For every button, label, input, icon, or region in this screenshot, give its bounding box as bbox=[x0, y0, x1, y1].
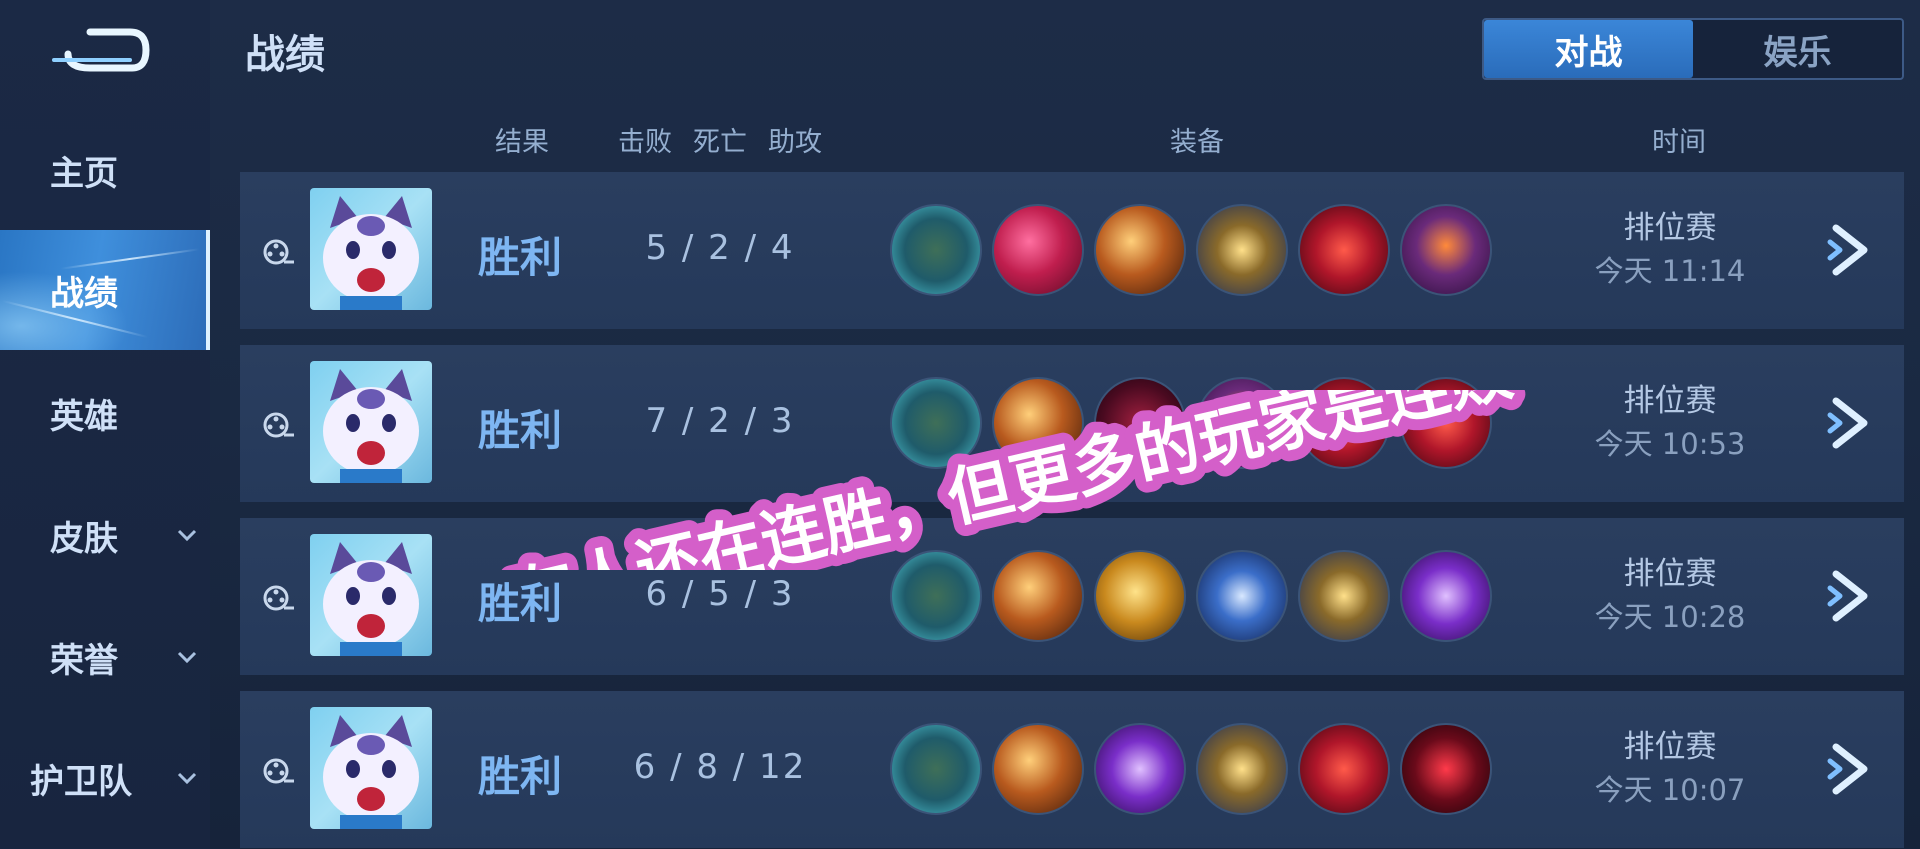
golden-spear-icon bbox=[1094, 550, 1186, 642]
teal-boot-icon bbox=[890, 204, 982, 296]
replay-icon[interactable] bbox=[262, 238, 296, 268]
match-mode: 排位赛 bbox=[1623, 729, 1717, 765]
sidebar-item-label: 战绩 bbox=[50, 273, 118, 314]
match-time: 今天 10:28 bbox=[1594, 600, 1746, 634]
chevron-right-icon[interactable] bbox=[1826, 568, 1876, 624]
amber-dagger-icon bbox=[1094, 204, 1186, 296]
column-header-deaths: 死亡 bbox=[693, 127, 747, 158]
column-header-kills: 击败 bbox=[618, 127, 672, 158]
replay-icon[interactable] bbox=[262, 411, 296, 441]
hero-avatar bbox=[310, 361, 432, 483]
dark-crimson-icon bbox=[1094, 377, 1186, 469]
golden-star-icon bbox=[1196, 204, 1288, 296]
chevron-right-icon[interactable] bbox=[1826, 741, 1876, 797]
sidebar-item-guard[interactable]: 护卫队 bbox=[0, 718, 210, 838]
back-arrow-icon[interactable] bbox=[50, 20, 150, 76]
sidebar-item-skins[interactable]: 皮肤 bbox=[0, 475, 210, 595]
amber-dagger-icon bbox=[992, 723, 1084, 815]
chevron-right-icon[interactable] bbox=[1826, 222, 1876, 278]
hero-avatar bbox=[310, 534, 432, 656]
blue-sword-icon bbox=[1196, 550, 1288, 642]
sidebar: 主页 战绩 英雄 皮肤 荣誉 护卫队 bbox=[0, 0, 210, 849]
match-kda: 6 / 5 / 3 bbox=[645, 574, 795, 614]
teal-boot-icon bbox=[890, 377, 982, 469]
tab-battle[interactable]: 对战 bbox=[1484, 20, 1693, 78]
sidebar-item-label: 皮肤 bbox=[50, 518, 118, 559]
chevron-down-icon bbox=[177, 529, 197, 542]
column-header-result: 结果 bbox=[495, 127, 549, 158]
match-result: 胜利 bbox=[478, 406, 563, 455]
golden-star-icon bbox=[1298, 550, 1390, 642]
teal-boot-icon bbox=[890, 550, 982, 642]
sidebar-item-label: 英雄 bbox=[50, 396, 118, 437]
match-result: 胜利 bbox=[478, 233, 563, 282]
purple-armor-icon bbox=[1196, 377, 1288, 469]
match-result: 胜利 bbox=[478, 752, 563, 801]
crimson-blade-icon bbox=[992, 204, 1084, 296]
purple-axe-icon bbox=[1400, 550, 1492, 642]
match-result: 胜利 bbox=[478, 579, 563, 628]
match-kda: 6 / 8 / 12 bbox=[633, 747, 807, 787]
match-mode: 排位赛 bbox=[1623, 556, 1717, 592]
red-wing-icon bbox=[1400, 377, 1492, 469]
purple-axe-icon bbox=[1094, 723, 1186, 815]
teal-boot-icon bbox=[890, 723, 982, 815]
match-time: 今天 10:53 bbox=[1594, 427, 1746, 461]
replay-icon[interactable] bbox=[262, 584, 296, 614]
column-header-time: 时间 bbox=[1652, 127, 1706, 158]
chevron-down-icon bbox=[177, 651, 197, 664]
red-wing-icon bbox=[1298, 204, 1390, 296]
sidebar-item-honor[interactable]: 荣誉 bbox=[0, 597, 210, 717]
column-header-equipment: 装备 bbox=[1170, 127, 1224, 158]
sidebar-item-label: 护卫队 bbox=[30, 761, 132, 802]
column-header-assists: 助攻 bbox=[768, 127, 822, 158]
red-wing-icon bbox=[1298, 723, 1390, 815]
tab-entertainment[interactable]: 娱乐 bbox=[1693, 20, 1902, 78]
sidebar-item-home[interactable]: 主页 bbox=[0, 110, 210, 230]
golden-star-icon bbox=[1196, 723, 1288, 815]
match-kda: 5 / 2 / 4 bbox=[645, 228, 795, 268]
match-mode: 排位赛 bbox=[1623, 210, 1717, 246]
red-wing-icon bbox=[1298, 377, 1390, 469]
hero-avatar bbox=[310, 188, 432, 310]
chevron-down-icon bbox=[177, 772, 197, 785]
match-kda: 7 / 2 / 3 bbox=[645, 401, 795, 441]
mode-tabs: 对战 娱乐 bbox=[1482, 18, 1904, 80]
amber-dagger-icon bbox=[992, 377, 1084, 469]
match-time: 今天 11:14 bbox=[1594, 254, 1746, 288]
page-title: 战绩 bbox=[245, 32, 325, 78]
purple-armor-icon bbox=[1400, 204, 1492, 296]
match-time: 今天 10:07 bbox=[1594, 773, 1746, 807]
sidebar-item-label: 主页 bbox=[50, 153, 118, 194]
replay-icon[interactable] bbox=[262, 757, 296, 787]
match-mode: 排位赛 bbox=[1623, 383, 1717, 419]
sidebar-item-records[interactable]: 战绩 bbox=[0, 230, 210, 350]
sidebar-item-label: 荣誉 bbox=[50, 640, 118, 681]
chevron-right-icon[interactable] bbox=[1826, 395, 1876, 451]
crimson-cape-icon bbox=[1400, 723, 1492, 815]
amber-dagger-icon bbox=[992, 550, 1084, 642]
sidebar-item-heroes[interactable]: 英雄 bbox=[0, 353, 210, 473]
hero-avatar bbox=[310, 707, 432, 829]
